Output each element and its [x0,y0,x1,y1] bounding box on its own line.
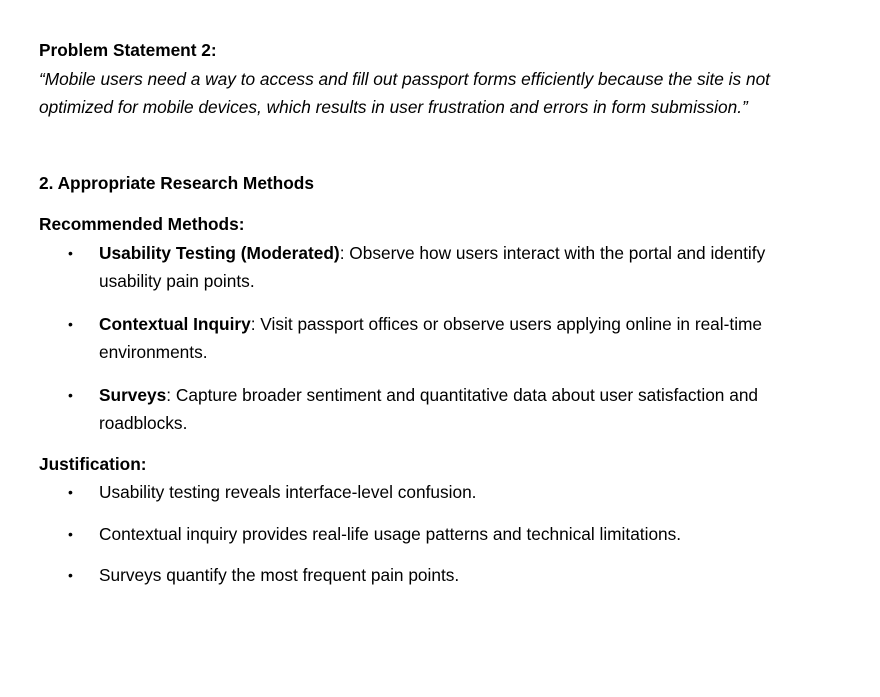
bullet-icon: • [68,525,73,542]
justification-text: Surveys quantify the most frequent pain … [99,565,460,585]
method-description: : Capture broader sentiment and quantita… [99,384,759,434]
list-item: • Usability testing reveals interface-le… [39,478,779,507]
method-term: Surveys [99,384,167,405]
problem-statement-quote: “Mobile users need a way to access and f… [39,68,770,118]
list-item: • Surveys: Capture broader sentiment and… [39,381,779,438]
justification-text: Usability testing reveals interface-leve… [99,482,477,502]
bullet-icon: • [68,244,73,261]
methods-list: • Usability Testing (Moderated): Observe… [39,239,839,438]
method-term: Contextual Inquiry [99,313,251,334]
justification-text: Contextual inquiry provides real-life us… [99,523,682,544]
list-item: • Contextual Inquiry: Visit passport off… [39,310,779,367]
justification-heading: Justification: [39,453,147,474]
list-item: • Contextual inquiry provides real-life … [39,520,779,549]
bullet-icon: • [68,386,73,403]
bullet-icon: • [68,484,73,500]
method-term: Usability Testing (Moderated) [99,242,340,263]
justification-list: • Usability testing reveals interface-le… [39,478,839,590]
bullet-icon: • [68,315,73,332]
recommended-methods-heading: Recommended Methods: [39,214,245,234]
list-item: • Surveys quantify the most frequent pai… [39,561,779,590]
section-heading: 2. Appropriate Research Methods [39,172,314,193]
bullet-icon: • [68,567,73,583]
list-item: • Usability Testing (Moderated): Observe… [39,239,779,296]
problem-statement-title: Problem Statement 2: [39,40,217,60]
document-page: Problem Statement 2: “Mobile users need … [39,36,839,590]
